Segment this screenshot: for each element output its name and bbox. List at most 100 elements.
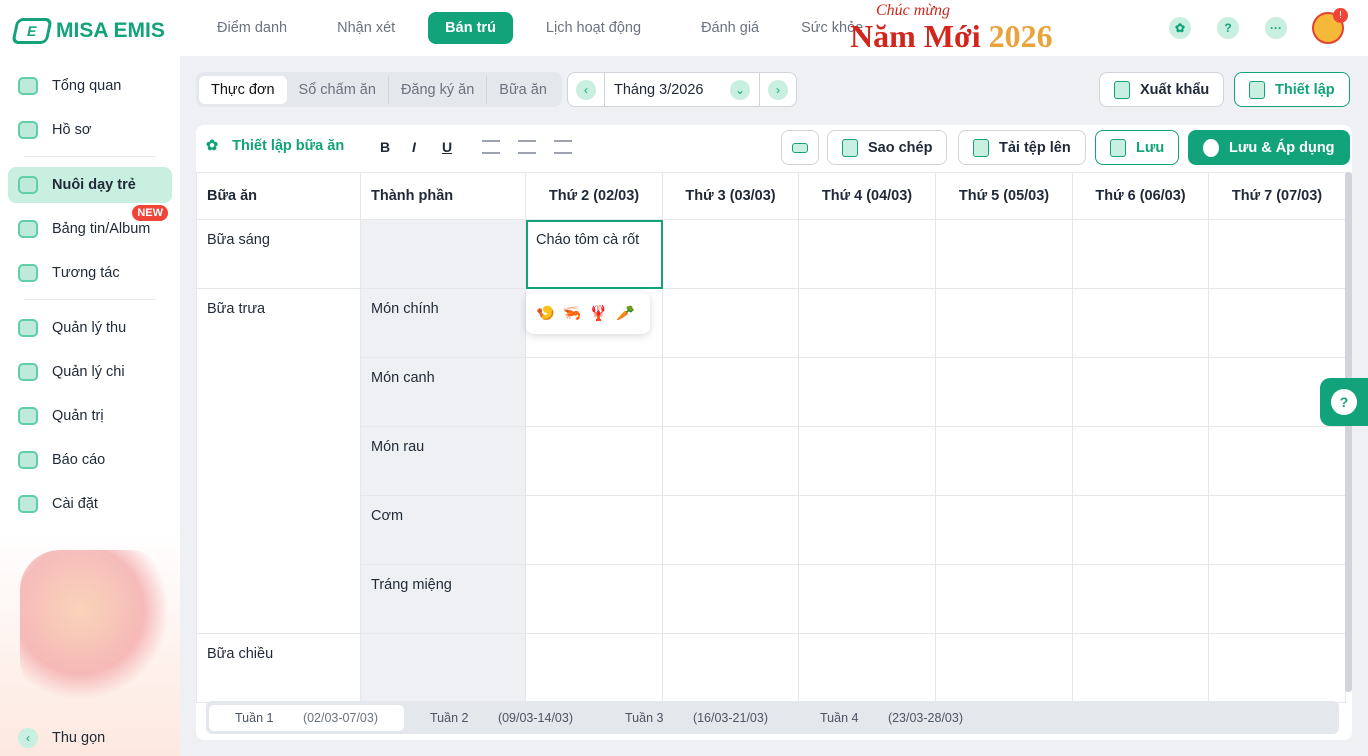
copy-button[interactable]: Sao chép bbox=[827, 130, 947, 165]
dish-cell[interactable] bbox=[936, 427, 1073, 496]
dish-cell[interactable] bbox=[799, 634, 936, 703]
emoji-shrimp-option[interactable]: 🍤 bbox=[536, 304, 555, 322]
col-header: Thứ 5 (05/03) bbox=[936, 173, 1073, 220]
dish-cell[interactable] bbox=[1073, 427, 1209, 496]
dish-cell[interactable] bbox=[663, 358, 799, 427]
dish-cell[interactable] bbox=[936, 358, 1073, 427]
keyboard-button[interactable] bbox=[781, 130, 819, 165]
align-left-icon[interactable] bbox=[482, 140, 500, 154]
dish-cell[interactable] bbox=[526, 634, 663, 703]
dish-cell[interactable] bbox=[799, 427, 936, 496]
month-select[interactable]: Tháng 3/2026⌄ bbox=[604, 73, 760, 106]
dish-cell[interactable] bbox=[1073, 289, 1209, 358]
dish-cell[interactable] bbox=[1073, 220, 1209, 289]
avatar[interactable]: ! bbox=[1312, 12, 1344, 44]
more-icon[interactable]: ··· bbox=[1265, 17, 1287, 39]
sidebar-item-revenue[interactable]: Quản lý thu bbox=[8, 310, 172, 346]
week-tab-4[interactable]: Tuần 4 (23/03-28/03) bbox=[794, 705, 989, 731]
download-icon bbox=[1114, 81, 1130, 99]
divider bbox=[24, 156, 156, 157]
upload-button[interactable]: Tải tệp lên bbox=[958, 130, 1086, 165]
next-month-button[interactable]: › bbox=[768, 80, 788, 100]
dish-cell[interactable] bbox=[936, 634, 1073, 703]
tab-activities[interactable]: Lịch hoạt động bbox=[529, 12, 658, 44]
dish-cell[interactable] bbox=[799, 358, 936, 427]
dish-cell[interactable] bbox=[663, 634, 799, 703]
subtab-menu[interactable]: Thực đơn bbox=[199, 76, 287, 104]
sidebar-item-settings[interactable]: Cài đặt bbox=[8, 486, 172, 522]
label: Hồ sơ bbox=[52, 122, 91, 138]
dish-cell[interactable] bbox=[526, 496, 663, 565]
week-tab-1[interactable]: Tuần 1 (02/03-07/03) bbox=[209, 705, 404, 731]
align-center-icon[interactable] bbox=[518, 140, 536, 154]
scrollbar[interactable] bbox=[1345, 172, 1352, 692]
subtab-meals[interactable]: Bữa ăn bbox=[486, 76, 559, 104]
align-right-icon[interactable] bbox=[554, 140, 572, 154]
sidebar-item-overview[interactable]: Tổng quan bbox=[8, 68, 172, 104]
dish-cell[interactable] bbox=[663, 220, 799, 289]
dish-cell[interactable] bbox=[799, 220, 936, 289]
col-header: Thành phần bbox=[361, 173, 526, 220]
subtab-meal-log[interactable]: Sổ chấm ăn bbox=[287, 76, 388, 104]
help-icon[interactable]: ? bbox=[1217, 17, 1239, 39]
dish-cell[interactable] bbox=[936, 220, 1073, 289]
dish-cell[interactable] bbox=[799, 289, 936, 358]
meal-setup-button[interactable]: ✿Thiết lập bữa ăn bbox=[206, 138, 344, 154]
dish-cell[interactable] bbox=[663, 289, 799, 358]
save-button[interactable]: Lưu bbox=[1095, 130, 1179, 165]
dish-cell[interactable] bbox=[663, 496, 799, 565]
label: Quản lý chi bbox=[52, 364, 125, 380]
sidebar-item-profile[interactable]: Hồ sơ bbox=[8, 112, 172, 148]
dish-cell[interactable] bbox=[936, 289, 1073, 358]
dish-cell[interactable] bbox=[1073, 496, 1209, 565]
week-range: (02/03-07/03) bbox=[290, 705, 391, 731]
dish-cell[interactable] bbox=[1073, 634, 1209, 703]
collapse-button[interactable]: ‹Thu gọn bbox=[18, 728, 105, 748]
sidebar-item-reports[interactable]: Báo cáo bbox=[8, 442, 172, 478]
dish-cell[interactable] bbox=[1209, 427, 1346, 496]
dish-cell[interactable] bbox=[1209, 634, 1346, 703]
tab-comments[interactable]: Nhận xét bbox=[320, 12, 412, 44]
tab-boarding[interactable]: Bán trú bbox=[428, 12, 513, 44]
dish-cell[interactable] bbox=[799, 496, 936, 565]
prev-month-button[interactable]: ‹ bbox=[576, 80, 596, 100]
italic-button[interactable]: I bbox=[412, 139, 416, 155]
dish-cell[interactable] bbox=[1209, 496, 1346, 565]
tab-evaluation[interactable]: Đánh giá bbox=[684, 12, 776, 44]
week-tab-3[interactable]: Tuần 3 (16/03-21/03) bbox=[599, 705, 794, 731]
dish-cell[interactable] bbox=[1073, 565, 1209, 634]
dish-cell[interactable] bbox=[663, 427, 799, 496]
dish-cell[interactable] bbox=[936, 565, 1073, 634]
sidebar-item-interaction[interactable]: Tương tác bbox=[8, 255, 172, 291]
sidebar-item-nurture[interactable]: Nuôi dạy trẻ bbox=[8, 167, 172, 203]
dish-cell[interactable] bbox=[1209, 289, 1346, 358]
bold-button[interactable]: B bbox=[380, 139, 390, 155]
dish-cell[interactable] bbox=[526, 358, 663, 427]
export-button[interactable]: Xuất khẩu bbox=[1099, 72, 1224, 107]
dish-cell[interactable] bbox=[799, 565, 936, 634]
dish-cell[interactable] bbox=[526, 565, 663, 634]
logo[interactable]: EMISA EMIS bbox=[14, 18, 165, 44]
emoji-prawn-option[interactable]: 🦐 bbox=[563, 304, 582, 322]
settings-button[interactable]: Thiết lập bbox=[1234, 72, 1350, 107]
underline-button[interactable]: U bbox=[442, 139, 452, 155]
dish-cell[interactable] bbox=[1209, 220, 1346, 289]
flower-settings-icon[interactable]: ✿ bbox=[1169, 17, 1191, 39]
sidebar-item-admin[interactable]: Quản trị bbox=[8, 398, 172, 434]
week-tab-2[interactable]: Tuần 2 (09/03-14/03) bbox=[404, 705, 599, 731]
dish-cell[interactable] bbox=[1209, 565, 1346, 634]
dish-cell[interactable] bbox=[936, 496, 1073, 565]
dish-cell[interactable] bbox=[1073, 358, 1209, 427]
dish-cell[interactable] bbox=[663, 565, 799, 634]
emoji-lobster-option[interactable]: 🦞 bbox=[589, 304, 608, 322]
sidebar-item-expense[interactable]: Quản lý chi bbox=[8, 354, 172, 390]
dish-cell[interactable] bbox=[526, 427, 663, 496]
emoji-carrot-option[interactable]: 🥕 bbox=[616, 304, 635, 322]
subtab-meal-register[interactable]: Đăng ký ăn bbox=[388, 76, 486, 104]
dish-cell[interactable]: Cháo tôm cà rốt bbox=[526, 220, 663, 289]
help-button[interactable]: ? bbox=[1320, 378, 1368, 426]
save-apply-button[interactable]: Lưu & Áp dụng bbox=[1188, 130, 1350, 165]
tet-illustration bbox=[20, 550, 170, 700]
tab-attendance[interactable]: Điểm danh bbox=[200, 12, 304, 44]
sidebar-item-newsfeed[interactable]: Bảng tin/AlbumNEW bbox=[8, 211, 172, 247]
